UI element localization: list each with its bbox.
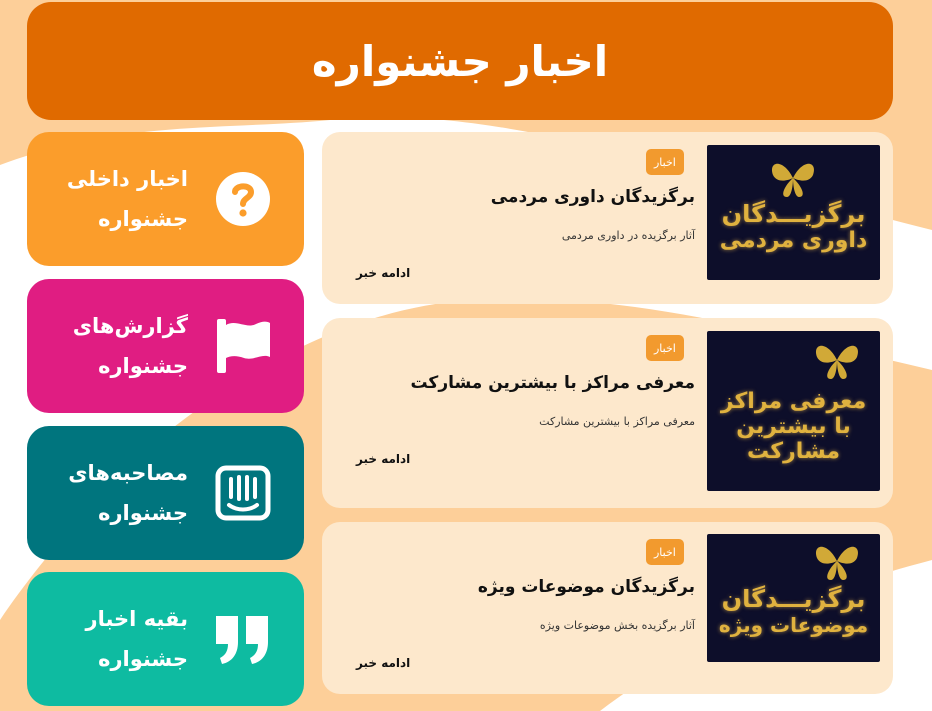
news-excerpt: آثار برگزیده در داوری مردمی <box>561 229 695 242</box>
news-title[interactable]: معرفی مراکز با بیشترین مشارکت <box>410 373 695 393</box>
category-label: مصاحبه‌های جشنواره <box>68 461 188 525</box>
chat-bubble-icon <box>213 463 273 523</box>
news-card: معرفی مراکز با بیشترین مشارکت اخبار معرف… <box>322 318 893 508</box>
news-excerpt: آثار برگزیده بخش موضوعات ویژه <box>539 619 695 632</box>
category-badge[interactable]: اخبار <box>646 335 684 361</box>
news-thumbnail[interactable]: معرفی مراکز با بیشترین مشارکت <box>707 331 880 491</box>
category-label: گزارش‌های جشنواره <box>72 314 188 378</box>
category-label: بقیه اخبار جشنواره <box>85 607 189 671</box>
category-other-news[interactable]: بقیه اخبار جشنواره <box>27 572 304 706</box>
news-card: برگزیـــدگان موضوعات ویژه اخبار برگزیدگا… <box>322 522 893 694</box>
news-title[interactable]: برگزیدگان موضوعات ویژه <box>478 577 695 597</box>
butterfly-icon <box>816 345 858 379</box>
category-reports[interactable]: گزارش‌های جشنواره <box>27 279 304 413</box>
news-thumbnail[interactable]: برگزیـــدگان داوری مردمی <box>707 145 880 280</box>
category-badge[interactable]: اخبار <box>646 149 684 175</box>
butterfly-icon <box>816 546 858 580</box>
news-title[interactable]: برگزیدگان داوری مردمی <box>491 187 695 207</box>
category-interviews[interactable]: مصاحبه‌های جشنواره <box>27 426 304 560</box>
category-internal-news[interactable]: اخبار داخلی جشنواره <box>27 132 304 266</box>
quote-icon <box>213 609 273 669</box>
page-header: اخبار جشنواره <box>27 2 893 120</box>
question-circle-icon <box>213 169 273 229</box>
news-thumbnail[interactable]: برگزیـــدگان موضوعات ویژه <box>707 534 880 662</box>
read-more-link[interactable]: ادامه خبر <box>356 452 410 466</box>
page-title: اخبار جشنواره <box>311 36 609 86</box>
category-badge[interactable]: اخبار <box>646 539 684 565</box>
butterfly-icon <box>772 163 814 197</box>
news-card: برگزیـــدگان داوری مردمی اخبار برگزیدگان… <box>322 132 893 304</box>
news-excerpt: معرفی مراکز با بیشترین مشارکت <box>539 415 695 428</box>
read-more-link[interactable]: ادامه خبر <box>356 656 410 670</box>
read-more-link[interactable]: ادامه خبر <box>356 266 410 280</box>
flag-icon <box>213 316 273 376</box>
category-label: اخبار داخلی جشنواره <box>66 167 188 231</box>
